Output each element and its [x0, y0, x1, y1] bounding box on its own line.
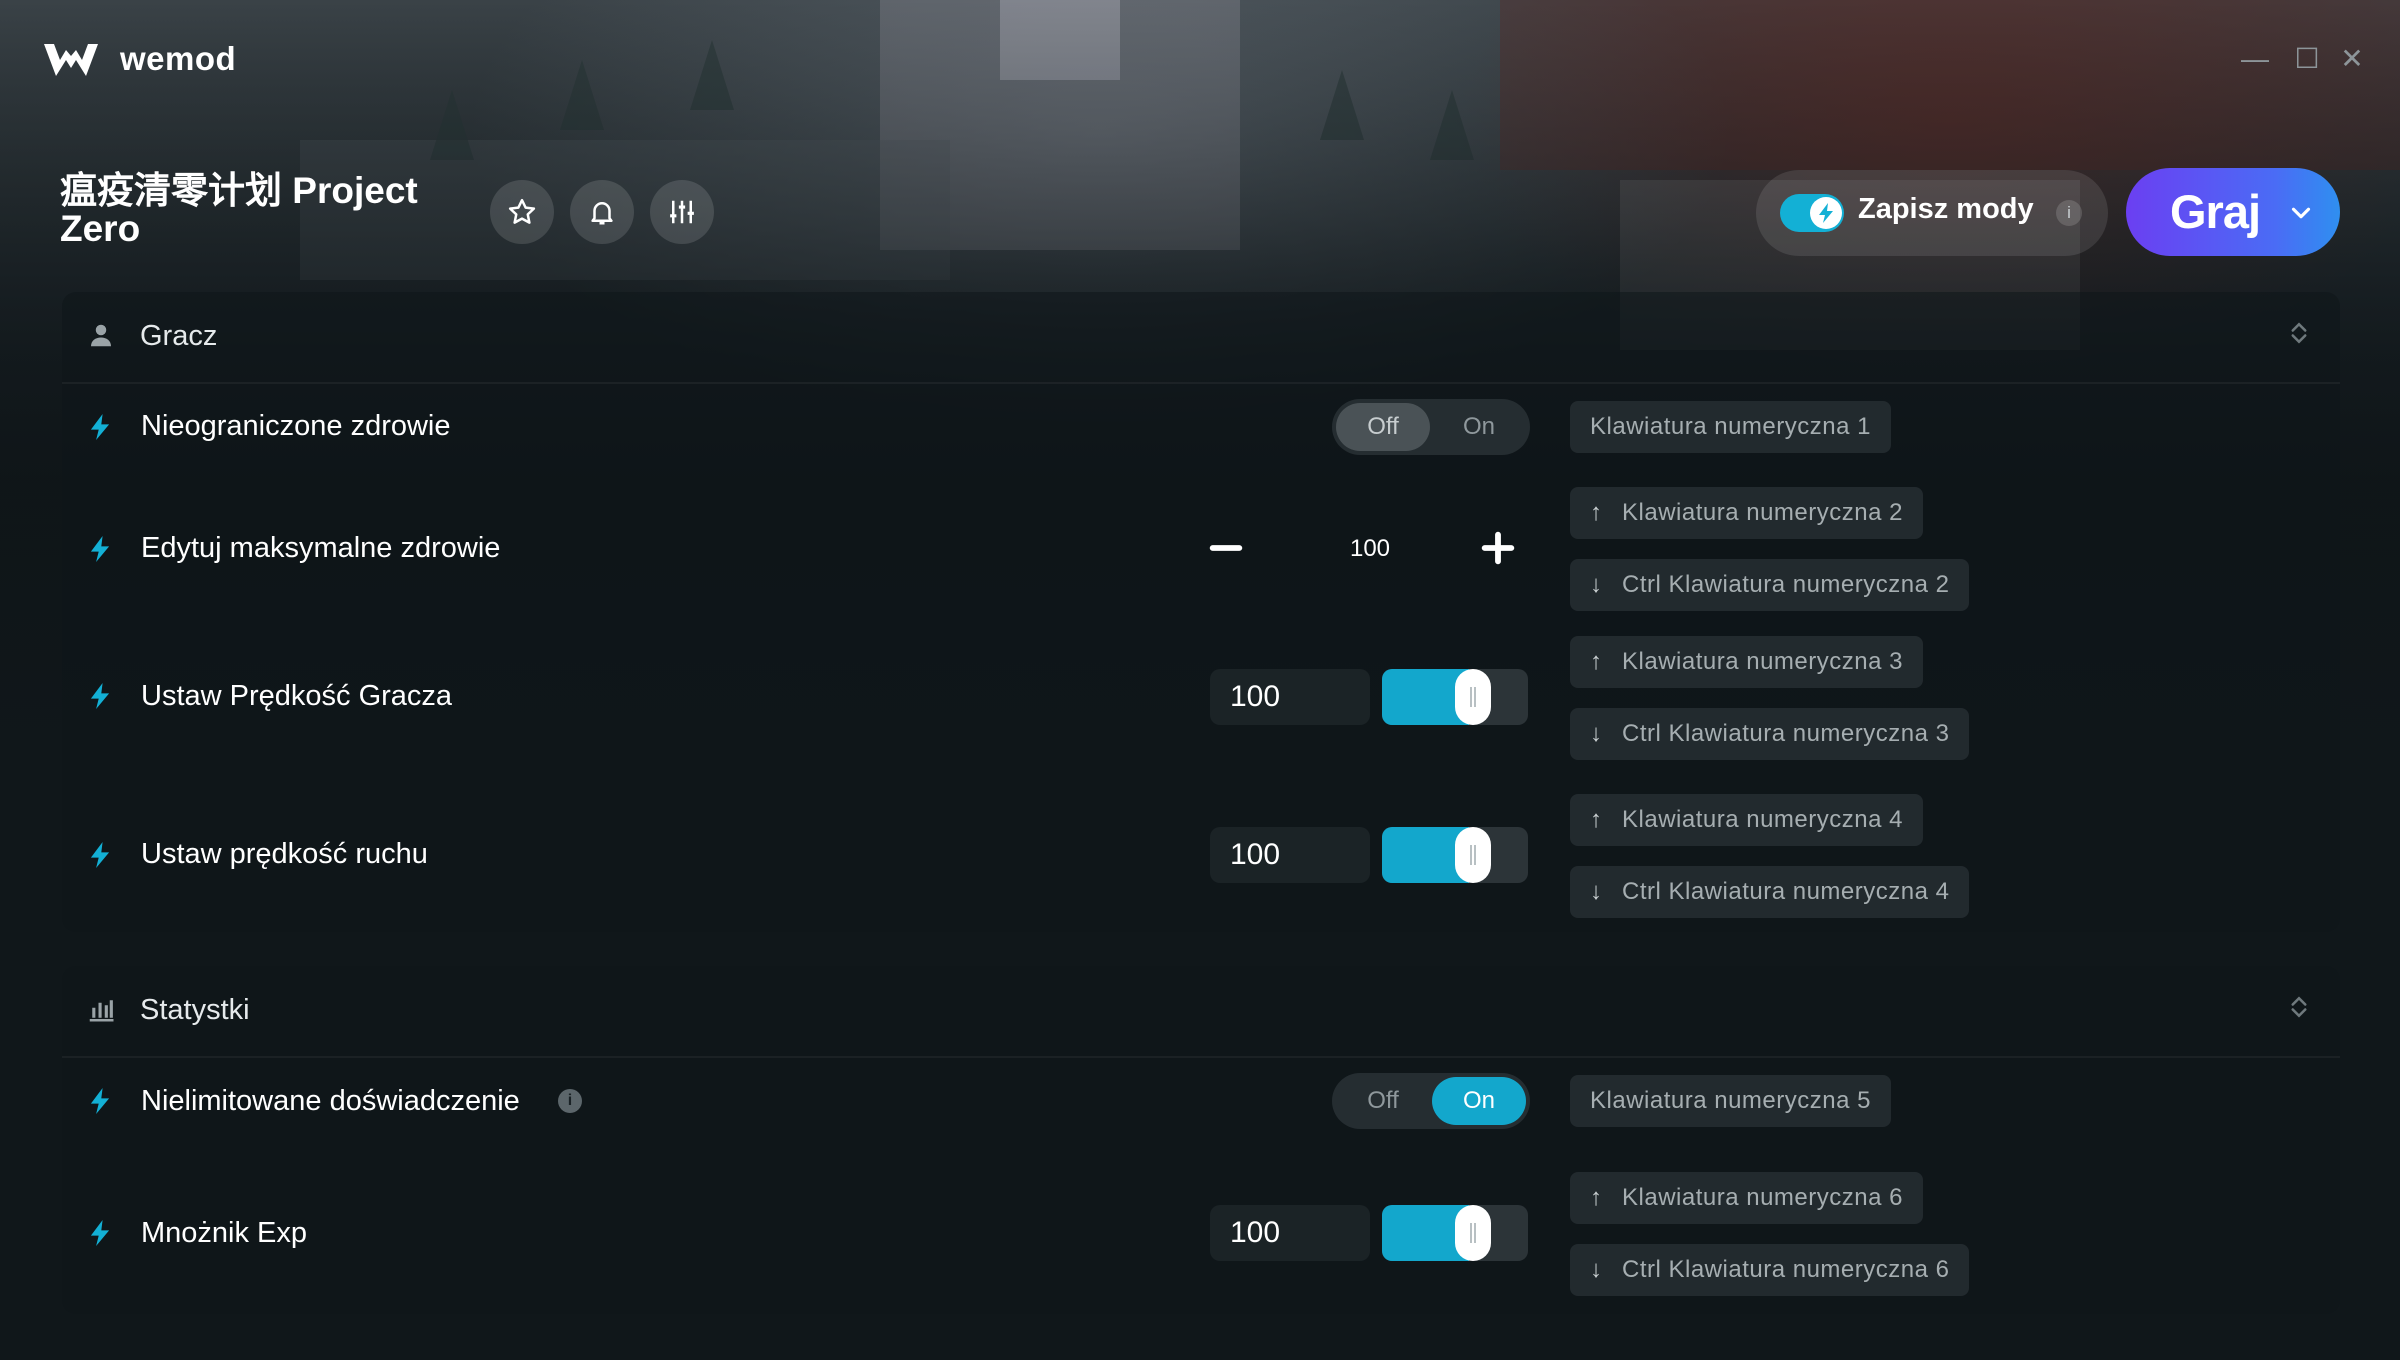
- value-slider[interactable]: [1382, 827, 1528, 883]
- mod-name: Nieograniczone zdrowie: [141, 410, 451, 442]
- value-input[interactable]: 100: [1210, 827, 1370, 883]
- info-icon[interactable]: i: [558, 1089, 582, 1113]
- value-slider[interactable]: [1382, 1205, 1528, 1261]
- minus-icon[interactable]: [1206, 528, 1246, 568]
- wemod-logo: [44, 44, 98, 76]
- minimize-button[interactable]: —: [2240, 44, 2270, 74]
- plus-icon[interactable]: [1478, 528, 1518, 568]
- section-stats-header[interactable]: Statystki: [62, 966, 2340, 1058]
- settings-button[interactable]: [650, 180, 714, 244]
- unlimited-experience-toggle[interactable]: Off On: [1332, 1073, 1530, 1129]
- hotkey-badge[interactable]: Klawiatura numeryczna 1: [1570, 401, 1891, 453]
- mod-name: Ustaw prędkość ruchu: [141, 838, 428, 870]
- favorite-button[interactable]: [490, 180, 554, 244]
- save-mods-knob: [1810, 197, 1842, 229]
- bolt-icon: [1819, 203, 1833, 223]
- sliders-icon: [670, 200, 694, 224]
- collapse-icon[interactable]: [2284, 992, 2314, 1022]
- slider-knob[interactable]: [1455, 669, 1491, 725]
- bolt-icon: [90, 1220, 110, 1246]
- person-icon: [91, 324, 111, 347]
- toggle-on-option[interactable]: On: [1432, 1077, 1526, 1125]
- save-mods-switch[interactable]: [1780, 194, 1844, 232]
- slider-knob[interactable]: [1455, 1205, 1491, 1261]
- stepper-value: 100: [1349, 535, 1391, 562]
- toggle-off-option[interactable]: Off: [1336, 403, 1430, 451]
- notifications-button[interactable]: [570, 180, 634, 244]
- arrow-down-icon: ↓: [1590, 878, 1603, 905]
- arrow-up-icon: ↑: [1590, 499, 1603, 526]
- arrow-up-icon: ↑: [1590, 648, 1603, 675]
- arrow-down-icon: ↓: [1590, 720, 1603, 747]
- save-mods-info-icon[interactable]: i: [2056, 200, 2082, 226]
- section-player: Gracz: [62, 292, 2340, 932]
- chevron-down-icon[interactable]: [2286, 198, 2316, 228]
- value-slider[interactable]: [1382, 669, 1528, 725]
- hotkey-badge[interactable]: ↓ Ctrl Klawiatura numeryczna 2: [1570, 559, 1970, 611]
- save-mods-toggle[interactable]: Zapisz mody i: [1756, 170, 2108, 256]
- hotkey-badge[interactable]: ↑ Klawiatura numeryczna 2: [1570, 487, 1923, 539]
- maximize-button[interactable]: ☐: [2292, 44, 2322, 74]
- hotkey-badge[interactable]: ↑ Klawiatura numeryczna 3: [1570, 636, 1923, 688]
- play-button[interactable]: Graj: [2126, 168, 2340, 256]
- hotkey-badge[interactable]: ↓ Ctrl Klawiatura numeryczna 6: [1570, 1244, 1970, 1296]
- slider-knob[interactable]: [1455, 827, 1491, 883]
- section-player-header[interactable]: Gracz: [62, 292, 2340, 384]
- game-title: 瘟疫清零计划 Project Zero: [60, 170, 418, 249]
- app-brand: wemod: [120, 40, 237, 77]
- play-label: Graj: [2170, 185, 2261, 238]
- bolt-icon: [90, 1088, 110, 1114]
- bolt-icon: [90, 683, 110, 709]
- arrow-up-icon: ↑: [1590, 806, 1603, 833]
- value-input[interactable]: 100: [1210, 1205, 1370, 1261]
- section-stats: Statystki: [62, 966, 2340, 1314]
- bell-icon: [591, 202, 613, 225]
- hotkey-badge[interactable]: ↑ Klawiatura numeryczna 6: [1570, 1172, 1923, 1224]
- hotkey-badge[interactable]: ↑ Klawiatura numeryczna 4: [1570, 794, 1923, 846]
- hotkey-badge[interactable]: Klawiatura numeryczna 5: [1570, 1075, 1891, 1127]
- value-input[interactable]: 100: [1210, 669, 1370, 725]
- unlimited-health-toggle[interactable]: Off On: [1332, 399, 1530, 455]
- hotkey-badge[interactable]: ↓ Ctrl Klawiatura numeryczna 3: [1570, 708, 1970, 760]
- mod-name: Ustaw Prędkość Gracza: [141, 680, 453, 712]
- arrow-up-icon: ↑: [1590, 1184, 1603, 1211]
- bolt-icon: [90, 414, 110, 440]
- arrow-down-icon: ↓: [1590, 571, 1603, 598]
- hotkey-badge[interactable]: ↓ Ctrl Klawiatura numeryczna 4: [1570, 866, 1970, 918]
- mod-name: Edytuj maksymalne zdrowie: [141, 532, 501, 564]
- save-mods-label: Zapisz mody: [1858, 193, 2034, 225]
- bolt-icon: [90, 536, 110, 562]
- section-player-title: Gracz: [140, 320, 218, 352]
- toggle-on-option[interactable]: On: [1432, 403, 1526, 451]
- mod-name: Nielimitowane doświadczenie: [141, 1085, 520, 1117]
- arrow-down-icon: ↓: [1590, 1256, 1603, 1283]
- mod-name: Mnożnik Exp: [141, 1217, 308, 1249]
- close-button[interactable]: ✕: [2337, 44, 2367, 74]
- collapse-icon[interactable]: [2284, 318, 2314, 348]
- bolt-icon: [90, 842, 110, 868]
- toggle-off-option[interactable]: Off: [1336, 1077, 1430, 1125]
- section-stats-title: Statystki: [140, 994, 250, 1026]
- star-icon: [508, 198, 536, 224]
- bar-chart-icon: [89, 1000, 114, 1022]
